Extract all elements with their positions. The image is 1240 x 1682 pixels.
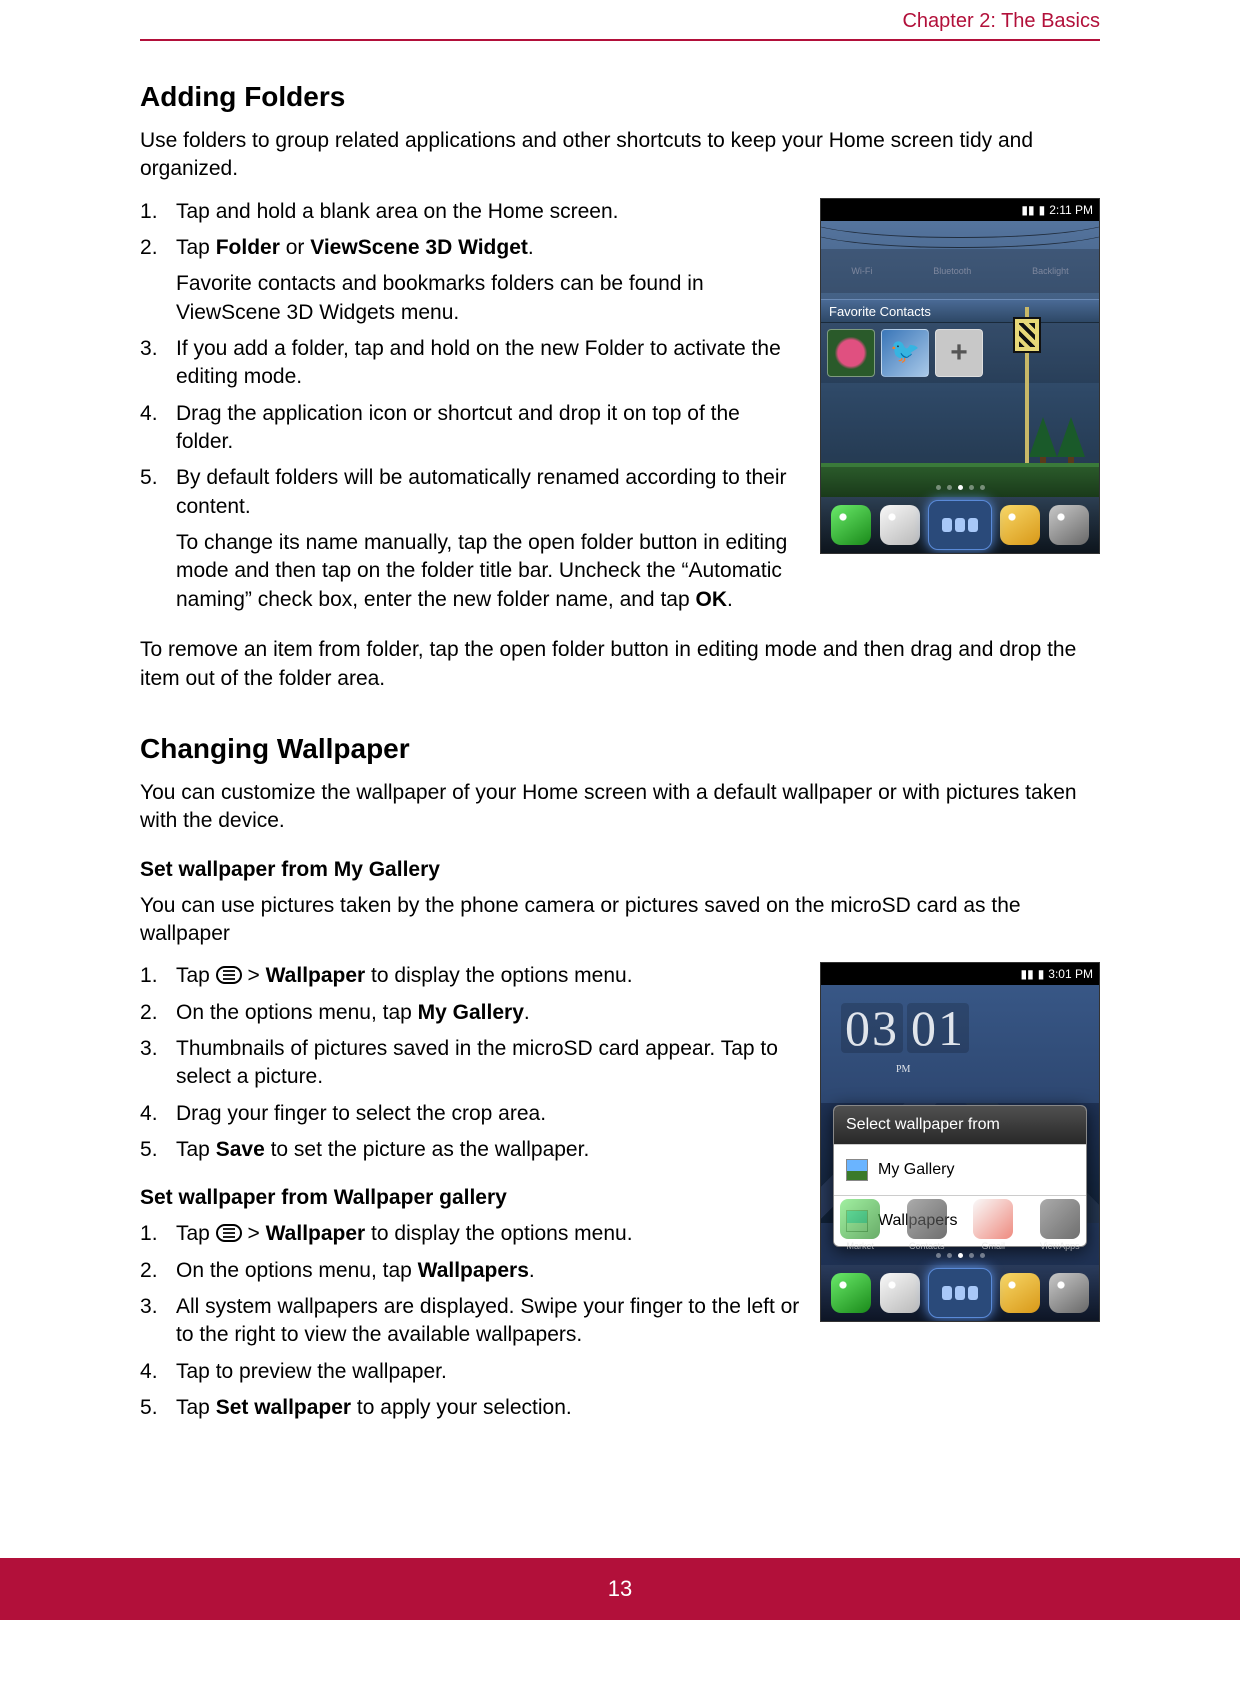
content-row: Tap > Wallpaper to display the options m… [140, 962, 1100, 1430]
dialog-title: Select wallpaper from [834, 1106, 1086, 1144]
toggle-wifi: Wi-Fi [851, 266, 872, 276]
clock-widget: 0301 PM [841, 1003, 1001, 1073]
section-title: Adding Folders [140, 81, 1100, 113]
phone-icon [831, 1273, 871, 1313]
decor-tree [1029, 417, 1057, 467]
step-5: Tap Save to set the picture as the wallp… [140, 1136, 800, 1164]
add-contact-button: + [935, 329, 983, 377]
page-indicator [821, 1253, 1099, 1263]
toggle-backlight: Backlight [1032, 266, 1069, 276]
dock [821, 1265, 1099, 1321]
sub-title: Set wallpaper from Wallpaper gallery [140, 1186, 800, 1210]
section-after: To remove an item from folder, tap the o… [140, 636, 1100, 693]
dock [821, 497, 1099, 553]
browser-icon [1000, 1273, 1040, 1313]
camera-icon [1049, 505, 1089, 545]
status-bar: ▮▮ ▮ 3:01 PM [821, 963, 1099, 985]
contact-thumb [881, 329, 929, 377]
step-3: All system wallpapers are displayed. Swi… [140, 1293, 800, 1350]
menu-icon [216, 1224, 242, 1242]
section-intro: You can customize the wallpaper of your … [140, 779, 1100, 836]
step-4: Tap to preview the wallpaper. [140, 1358, 800, 1386]
menu-icon [216, 966, 242, 984]
gallery-icon [846, 1159, 868, 1181]
step-note: To change its name manually, tap the ope… [176, 529, 800, 614]
step-4: Drag the application icon or shortcut an… [140, 400, 800, 457]
phone-icon [831, 505, 871, 545]
decor-tree [1057, 417, 1085, 467]
step-note: Favorite contacts and bookmarks folders … [176, 270, 800, 327]
step-text: Tap and hold a blank area on the Home sc… [176, 200, 618, 223]
app-market: Market [832, 1199, 888, 1251]
decor-sign [1013, 317, 1041, 353]
toggle-bluetooth: Bluetooth [933, 266, 971, 276]
section-intro: Use folders to group related application… [140, 127, 1100, 184]
step-2: Tap Folder or ViewScene 3D Widget. Favor… [140, 234, 800, 327]
steps-column: Tap > Wallpaper to display the options m… [140, 962, 800, 1430]
camera-icon [1049, 1273, 1089, 1313]
step-text: Tap Folder or ViewScene 3D Widget. [176, 236, 534, 259]
step-text: Drag the application icon or shortcut an… [176, 402, 740, 453]
step-2: On the options menu, tap My Gallery. [140, 999, 800, 1027]
favorite-contacts-row: + [821, 323, 1099, 383]
step-4: Drag your finger to select the crop area… [140, 1100, 800, 1128]
quick-toggles: Wi-Fi Bluetooth Backlight [821, 249, 1099, 293]
app-gmail: Gmail [965, 1199, 1021, 1251]
status-icon: ▮ [1039, 203, 1046, 217]
messaging-icon [880, 1273, 920, 1313]
section-title: Changing Wallpaper [140, 733, 1100, 765]
app-contacts: Contacts [899, 1199, 955, 1251]
screenshot-favorite-contacts: ▮▮ ▮ 2:11 PM Wi-Fi Bluetooth Backlight F… [820, 198, 1100, 554]
step-text: If you add a folder, tap and hold on the… [176, 337, 781, 388]
step-1: Tap and hold a blank area on the Home sc… [140, 198, 800, 226]
status-time: 3:01 PM [1048, 967, 1093, 981]
app-viewapps: ViewApps [1032, 1199, 1088, 1251]
steps-list: Tap and hold a blank area on the Home sc… [140, 198, 800, 614]
chapter-header: Chapter 2: The Basics [140, 0, 1100, 41]
dialog-option-my-gallery: My Gallery [834, 1144, 1086, 1195]
step-5: By default folders will be automatically… [140, 464, 800, 614]
sub-title: Set wallpaper from My Gallery [140, 858, 1100, 882]
content-row: Tap and hold a blank area on the Home sc… [140, 198, 1100, 622]
page-number: 13 [608, 1576, 632, 1601]
status-icon: ▮ [1038, 967, 1045, 981]
status-icon: ▮▮ [1021, 203, 1034, 217]
section-adding-folders: Adding Folders Use folders to group rela… [140, 81, 1100, 693]
step-1: Tap > Wallpaper to display the options m… [140, 1220, 800, 1248]
messaging-icon [880, 505, 920, 545]
apps-icon [928, 500, 992, 550]
step-2: On the options menu, tap Wallpapers. [140, 1257, 800, 1285]
step-1: Tap > Wallpaper to display the options m… [140, 962, 800, 990]
contact-thumb [827, 329, 875, 377]
favorite-contacts-bar: Favorite Contacts [821, 299, 1099, 323]
step-3: If you add a folder, tap and hold on the… [140, 335, 800, 392]
browser-icon [1000, 505, 1040, 545]
page: Chapter 2: The Basics Adding Folders Use… [0, 0, 1240, 1620]
screenshot-select-wallpaper: ▮▮ ▮ 3:01 PM 0301 PM Select wallpaper fr… [820, 962, 1100, 1322]
step-text: By default folders will be automatically… [176, 466, 786, 517]
section-changing-wallpaper: Changing Wallpaper You can customize the… [140, 733, 1100, 1431]
steps-list: Tap > Wallpaper to display the options m… [140, 962, 800, 1164]
status-icon: ▮▮ [1020, 967, 1033, 981]
page-indicator [821, 485, 1099, 495]
app-row: Market Contacts Gmail ViewApps [821, 1195, 1099, 1255]
steps-column: Tap and hold a blank area on the Home sc… [140, 198, 800, 622]
steps-list: Tap > Wallpaper to display the options m… [140, 1220, 800, 1422]
sub-intro: You can use pictures taken by the phone … [140, 892, 1100, 949]
page-footer: 13 [0, 1558, 1240, 1620]
status-time: 2:11 PM [1049, 203, 1093, 217]
step-3: Thumbnails of pictures saved in the micr… [140, 1035, 800, 1092]
step-5: Tap Set wallpaper to apply your selectio… [140, 1394, 800, 1422]
apps-icon [928, 1268, 992, 1318]
